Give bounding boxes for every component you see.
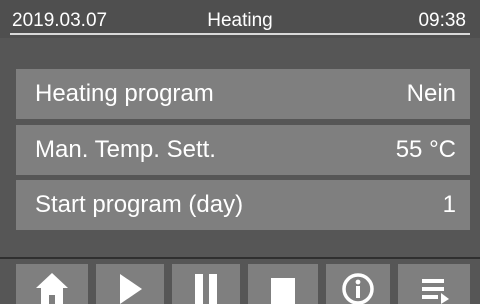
stop-button[interactable] bbox=[248, 264, 318, 304]
status-bar: 2019.03.07 Heating 09:38 bbox=[0, 0, 480, 38]
play-button[interactable] bbox=[96, 264, 164, 304]
play-icon bbox=[120, 274, 142, 304]
param-value: 1 bbox=[442, 191, 456, 218]
home-button[interactable] bbox=[16, 264, 88, 304]
param-row-heating-program[interactable]: Heating program Nein bbox=[16, 69, 470, 119]
status-time: 09:38 bbox=[418, 10, 466, 31]
home-icon bbox=[36, 273, 68, 304]
menu-icon bbox=[422, 279, 449, 304]
bottom-toolbar bbox=[0, 264, 480, 304]
param-value: 55 °C bbox=[395, 136, 456, 163]
param-label: Heating program bbox=[35, 80, 214, 107]
pause-button[interactable] bbox=[172, 264, 240, 304]
info-button[interactable] bbox=[326, 264, 390, 304]
info-icon bbox=[342, 273, 374, 304]
param-label: Start program (day) bbox=[35, 191, 244, 218]
menu-button[interactable] bbox=[398, 264, 470, 304]
heating-screen: 2019.03.07 Heating 09:38 Heating program… bbox=[0, 0, 480, 304]
status-title: Heating bbox=[207, 10, 273, 31]
status-divider bbox=[10, 33, 470, 35]
stop-icon bbox=[271, 278, 295, 304]
toolbar-divider bbox=[0, 257, 480, 259]
param-row-man-temp-sett[interactable]: Man. Temp. Sett. 55 °C bbox=[16, 125, 470, 175]
pause-icon bbox=[195, 274, 217, 304]
param-label: Man. Temp. Sett. bbox=[35, 136, 216, 163]
param-value: Nein bbox=[406, 80, 456, 107]
param-row-start-program-day[interactable]: Start program (day) 1 bbox=[16, 180, 470, 230]
